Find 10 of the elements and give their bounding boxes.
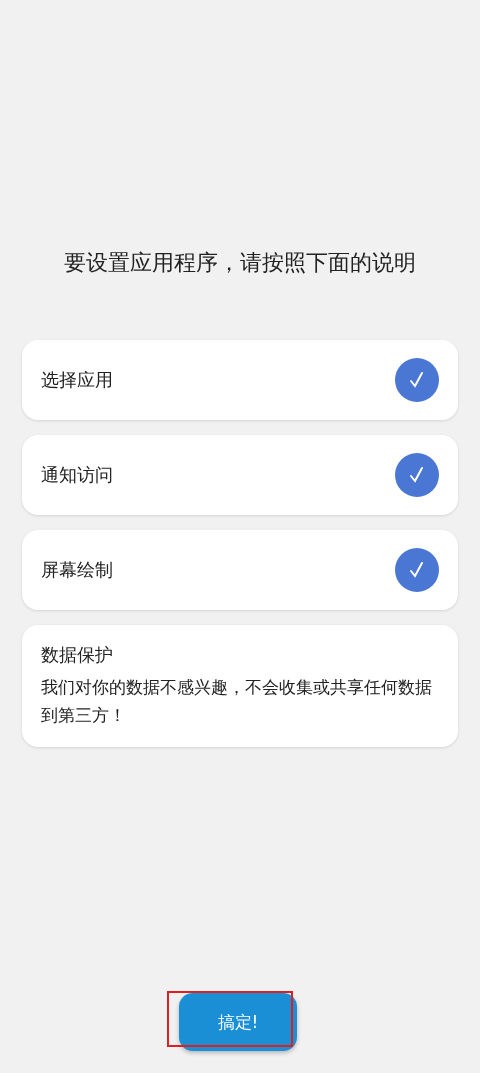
notice-title: 数据保护: [41, 643, 114, 667]
step-card[interactable]: 屏幕绘制: [22, 530, 458, 610]
step-label: 选择应用: [41, 368, 113, 392]
page-title: 要设置应用程序，请按照下面的说明: [63, 249, 417, 277]
notice-text: 我们对你的数据不感兴趣，不会收集或共享任何数据到第三方！: [41, 676, 433, 727]
done-button[interactable]: 搞定!: [179, 993, 297, 1051]
step-label: 屏幕绘制: [41, 558, 113, 582]
step-card[interactable]: 通知访问: [22, 435, 458, 515]
step-card[interactable]: 选择应用: [22, 340, 458, 420]
step-label: 通知访问: [41, 463, 113, 487]
